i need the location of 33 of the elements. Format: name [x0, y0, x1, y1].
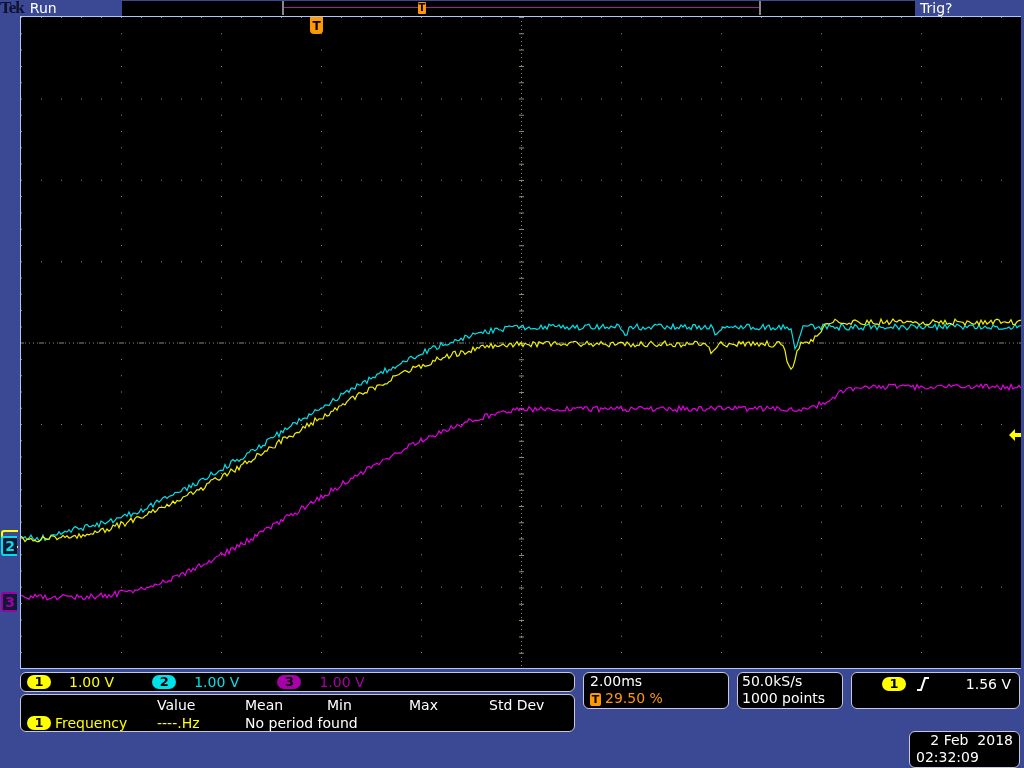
trigger-position-marker: T [310, 17, 323, 34]
measurement-value: ----.Hz [157, 714, 201, 732]
channel-marker: 2 [1, 536, 17, 556]
column-header: Max [409, 696, 439, 714]
channel-scale: 1.00 V [319, 674, 365, 690]
channel-badge: 1 [882, 677, 906, 691]
measurement-note: No period found [245, 714, 359, 732]
rising-edge-icon [916, 677, 930, 691]
measurement-name: Frequency [55, 714, 128, 732]
run-status: Run [29, 0, 57, 16]
trigger-marker: T [418, 2, 426, 14]
trigger-marker: T [590, 693, 601, 706]
channel-badge: 3 [277, 675, 302, 689]
trigger-position: 29.50 % [605, 690, 663, 706]
column-header: Std Dev [489, 696, 546, 714]
trigger-level: 1.56 V [965, 677, 1011, 692]
sample-rate: 50.0kS/s [742, 673, 804, 690]
channel-scale: 1.00 V [194, 674, 240, 690]
trigger-status: Trig? [920, 0, 953, 16]
brand-logo: Tek [0, 0, 24, 16]
column-header: Value [157, 696, 197, 714]
trigger-level-icon [1009, 429, 1021, 441]
channel-scale: 1.00 V [69, 674, 115, 690]
channel-badge: 1 [27, 716, 51, 730]
channel-badge: 2 [152, 675, 177, 689]
channel-marker: 3 [1, 592, 17, 612]
column-header: Mean [245, 696, 285, 714]
date-text: 2 Feb 2018 [929, 732, 1013, 749]
record-length: 1000 points [742, 690, 827, 707]
time-scale: 2.00ms [590, 673, 644, 690]
column-header: Min [327, 696, 353, 714]
channel-badge: 1 [27, 675, 51, 689]
time-text: 02:32:09 [916, 749, 980, 766]
